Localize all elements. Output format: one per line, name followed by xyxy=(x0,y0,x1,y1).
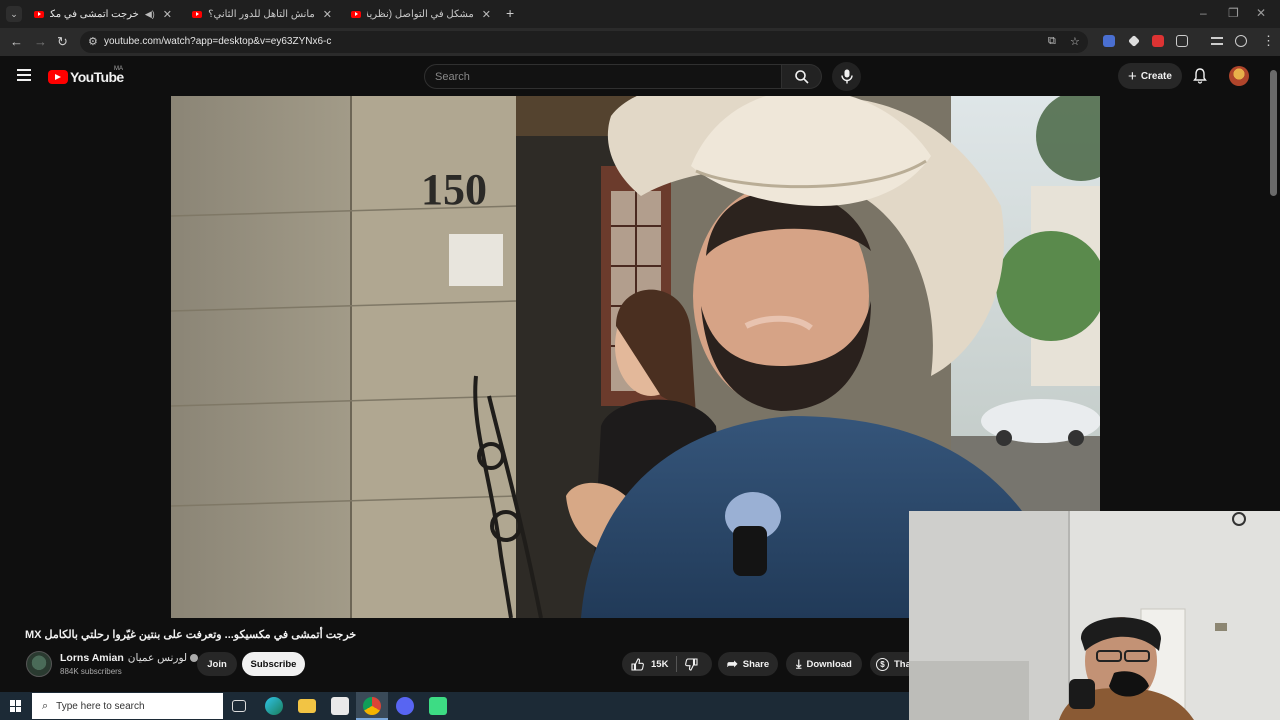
discord-icon[interactable] xyxy=(396,697,414,715)
red-extension-icon[interactable] xyxy=(1152,35,1164,47)
browser-tab-strip: ⌄ خرجت أتمشى في مكسيكو... ◀) ✕ مانش التأ… xyxy=(0,0,1280,28)
tab-search-button[interactable]: ⌄ xyxy=(6,6,22,22)
create-label: Create xyxy=(1140,70,1172,82)
browser-tab[interactable]: مانش التأهل للدور الثاني؟ التشكـ ✕ xyxy=(186,4,338,24)
url-text[interactable]: youtube.com/watch?app=desktop&v=ey63ZYNx… xyxy=(104,36,331,47)
building-number: 150 xyxy=(421,165,487,214)
browser-toolbar: ← → ↻ ⚙ youtube.com/watch?app=desktop&v=… xyxy=(0,28,1280,56)
windows-taskbar: ⌕ xyxy=(0,692,909,720)
tab-title: خرجت أتمشى في مكسيكو... xyxy=(50,8,139,20)
extensions-puzzle-icon[interactable] xyxy=(1176,35,1188,47)
translate-extension-icon[interactable] xyxy=(1103,35,1115,47)
youtube-logo[interactable]: YouTube MA xyxy=(48,66,124,85)
search-icon: ⌕ xyxy=(42,699,49,712)
edge-browser-icon[interactable] xyxy=(265,697,283,715)
taskbar-search-input[interactable] xyxy=(56,700,207,712)
channel-name-latin[interactable]: Lorns Amian xyxy=(60,652,124,664)
download-button[interactable]: ⤓ Download xyxy=(786,652,862,676)
join-button[interactable]: Join xyxy=(197,652,237,676)
taskbar-search-box[interactable]: ⌕ xyxy=(32,693,223,719)
bookmark-star-icon[interactable]: ☆ xyxy=(1070,35,1080,48)
thanks-dollar-icon: $ xyxy=(876,657,889,671)
restore-icon[interactable]: ❐ xyxy=(1228,6,1239,20)
like-button[interactable]: 15K xyxy=(622,657,669,671)
close-tab-icon[interactable]: ✕ xyxy=(163,8,172,21)
site-info-icon[interactable]: ⚙ xyxy=(88,35,98,48)
subscriber-count: 884K subscribers xyxy=(60,667,122,676)
search-button[interactable] xyxy=(782,64,822,89)
youtube-favicon-icon xyxy=(34,10,44,18)
share-button[interactable]: ➦ Share xyxy=(718,652,778,676)
page-scrollbar[interactable] xyxy=(1270,70,1277,196)
thumbs-up-icon xyxy=(631,657,644,671)
like-count: 15K xyxy=(651,658,669,670)
reading-list-icon[interactable] xyxy=(1211,37,1223,45)
subscribe-button[interactable]: Subscribe xyxy=(242,652,305,676)
speaker-icon[interactable]: ◀) xyxy=(145,9,155,20)
address-bar[interactable]: ⚙ youtube.com/watch?app=desktop&v=ey63ZY… xyxy=(80,31,1088,53)
install-app-icon[interactable]: ⧉ xyxy=(1048,35,1056,48)
microsoft-store-icon[interactable] xyxy=(331,697,349,715)
new-tab-button[interactable]: + xyxy=(506,5,514,21)
task-view-icon[interactable] xyxy=(232,700,246,712)
chrome-icon[interactable] xyxy=(363,697,381,715)
channel-name[interactable]: Lorns Amian لورنس عميان xyxy=(60,652,199,664)
browser-menu-icon[interactable]: ⋮ xyxy=(1262,33,1275,49)
microphone-icon xyxy=(840,69,853,84)
channel-name-arabic[interactable]: لورنس عميان xyxy=(128,652,187,664)
channel-avatar[interactable] xyxy=(26,651,52,677)
close-window-icon[interactable]: ✕ xyxy=(1256,6,1266,20)
back-icon[interactable]: ← xyxy=(10,34,23,49)
close-tab-icon[interactable]: ✕ xyxy=(323,8,332,21)
tab-title: مشكل في التواصل (نظرية البرازا... xyxy=(367,8,474,20)
webcam-feed-image xyxy=(909,511,1280,720)
close-tab-icon[interactable]: ✕ xyxy=(482,8,491,21)
youtube-header: YouTube MA + Create xyxy=(0,56,1280,96)
dislike-button[interactable] xyxy=(685,657,698,671)
download-icon: ⤓ xyxy=(796,656,802,671)
youtube-favicon-icon xyxy=(192,10,202,18)
create-button[interactable]: + Create xyxy=(1118,63,1182,89)
search-box xyxy=(424,64,782,89)
reload-icon[interactable]: ↻ xyxy=(57,34,68,50)
download-label: Download xyxy=(806,658,852,670)
search-input[interactable] xyxy=(435,71,765,83)
browser-tab[interactable]: مشكل في التواصل (نظرية البرازا... ✕ xyxy=(345,4,497,24)
video-title: خرجت أتمشى في مكسيكو... وتعرفت على بنتين… xyxy=(25,629,357,641)
forward-icon[interactable]: → xyxy=(34,34,47,49)
like-divider xyxy=(676,656,678,672)
minimize-icon[interactable]: – xyxy=(1200,6,1207,20)
tab-title: مانش التأهل للدور الثاني؟ التشكـ xyxy=(208,8,315,20)
search-icon xyxy=(795,70,809,84)
android-app-icon[interactable] xyxy=(429,697,447,715)
guide-menu-icon[interactable] xyxy=(17,69,31,81)
country-code: MA xyxy=(114,66,123,72)
profile-icon[interactable] xyxy=(1235,35,1247,47)
share-label: Share xyxy=(742,658,770,670)
plus-icon: + xyxy=(1128,67,1137,85)
windows-start-icon[interactable] xyxy=(10,700,22,712)
youtube-favicon-icon xyxy=(351,10,361,18)
youtube-play-icon xyxy=(48,70,68,84)
webcam-overlay xyxy=(909,511,1280,720)
notifications-bell-icon[interactable] xyxy=(1193,68,1207,84)
like-dislike-group: 15K xyxy=(622,652,712,676)
share-arrow-icon: ➦ xyxy=(726,656,738,671)
account-avatar[interactable] xyxy=(1229,66,1249,86)
file-explorer-icon[interactable] xyxy=(298,699,316,713)
diamond-extension-icon[interactable] xyxy=(1128,35,1140,47)
browser-tab[interactable]: خرجت أتمشى في مكسيكو... ◀) ✕ xyxy=(28,4,178,24)
thumbs-down-icon xyxy=(685,657,698,671)
voice-search-button[interactable] xyxy=(832,62,861,91)
